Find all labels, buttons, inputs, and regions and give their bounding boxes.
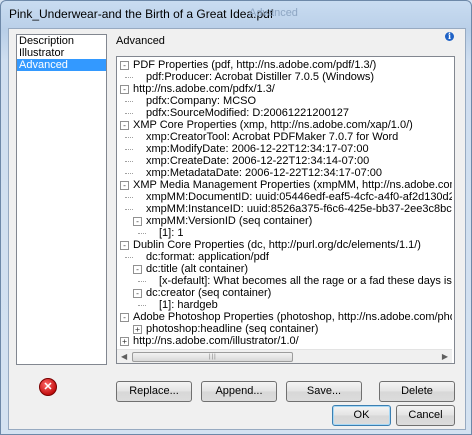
tree-connector [125, 173, 133, 174]
collapse-icon[interactable]: - [120, 181, 129, 190]
collapse-icon[interactable]: - [120, 61, 129, 70]
tree-rows: - PDF Properties (pdf, http://ns.adobe.co… [117, 57, 452, 349]
sidebar-item-label: Advanced [19, 59, 68, 71]
expand-icon[interactable]: + [133, 325, 142, 334]
collapse-icon[interactable]: - [120, 313, 129, 322]
scroll-right-icon[interactable]: ▶ [442, 352, 448, 361]
horizontal-scrollbar[interactable]: ◀ ||| ▶ [117, 349, 452, 363]
window-title: Pink_Underwear-and the Birth of a Great … [9, 7, 274, 21]
panel-title: Advanced [116, 35, 165, 47]
tree-connector [125, 161, 133, 162]
sidebar-item-description[interactable]: Description [17, 35, 106, 47]
sidebar-item-advanced[interactable]: Advanced [17, 59, 106, 71]
append-button[interactable]: Append... [201, 381, 277, 402]
ok-button[interactable]: OK [332, 405, 391, 426]
tree-connector [138, 233, 146, 234]
error-icon: ✕ [39, 378, 57, 396]
scrollbar-thumb[interactable]: ||| [132, 352, 293, 362]
dialog-client-area: Description Illustrator Advanced Advance… [8, 28, 466, 430]
tree-connector [138, 281, 146, 282]
cancel-button[interactable]: Cancel [396, 405, 455, 426]
grip-icon: ||| [209, 354, 217, 360]
metadata-tree[interactable]: - PDF Properties (pdf, http://ns.adobe.co… [116, 56, 455, 364]
collapse-icon[interactable]: - [133, 217, 142, 226]
collapse-icon[interactable]: - [133, 289, 142, 298]
tree-connector [125, 149, 133, 150]
tree-connector [125, 197, 133, 198]
scroll-left-icon[interactable]: ◀ [121, 352, 127, 361]
expand-icon[interactable]: + [120, 337, 129, 346]
collapse-icon[interactable]: - [133, 265, 142, 274]
tree-connector [138, 305, 146, 306]
tree-connector [125, 257, 133, 258]
replace-button[interactable]: Replace... [116, 381, 192, 402]
tree-connector [125, 101, 133, 102]
tree-connector [125, 137, 133, 138]
collapse-icon[interactable]: - [120, 121, 129, 130]
save-button[interactable]: Save... [286, 381, 362, 402]
sidebar-item-illustrator[interactable]: Illustrator [17, 47, 106, 59]
tree-connector [125, 77, 133, 78]
tree-connector [125, 113, 133, 114]
sidebar-item-label: Description [19, 35, 75, 47]
window-title-ghost: Advanced [249, 7, 298, 19]
properties-window: Pink_Underwear-and the Birth of a Great … [0, 0, 472, 435]
sidebar-item-label: Illustrator [19, 47, 65, 59]
collapse-icon[interactable]: - [120, 241, 129, 250]
tree-connector [125, 209, 133, 210]
info-icon[interactable]: i [445, 32, 454, 41]
tree-node-label: http://ns.adobe.com/illustrator/1.0/ [133, 335, 299, 347]
collapse-icon[interactable]: - [120, 85, 129, 94]
title-bar[interactable]: Pink_Underwear-and the Birth of a Great … [1, 1, 471, 27]
delete-button[interactable]: Delete [379, 381, 455, 402]
category-list[interactable]: Description Illustrator Advanced [16, 34, 107, 365]
